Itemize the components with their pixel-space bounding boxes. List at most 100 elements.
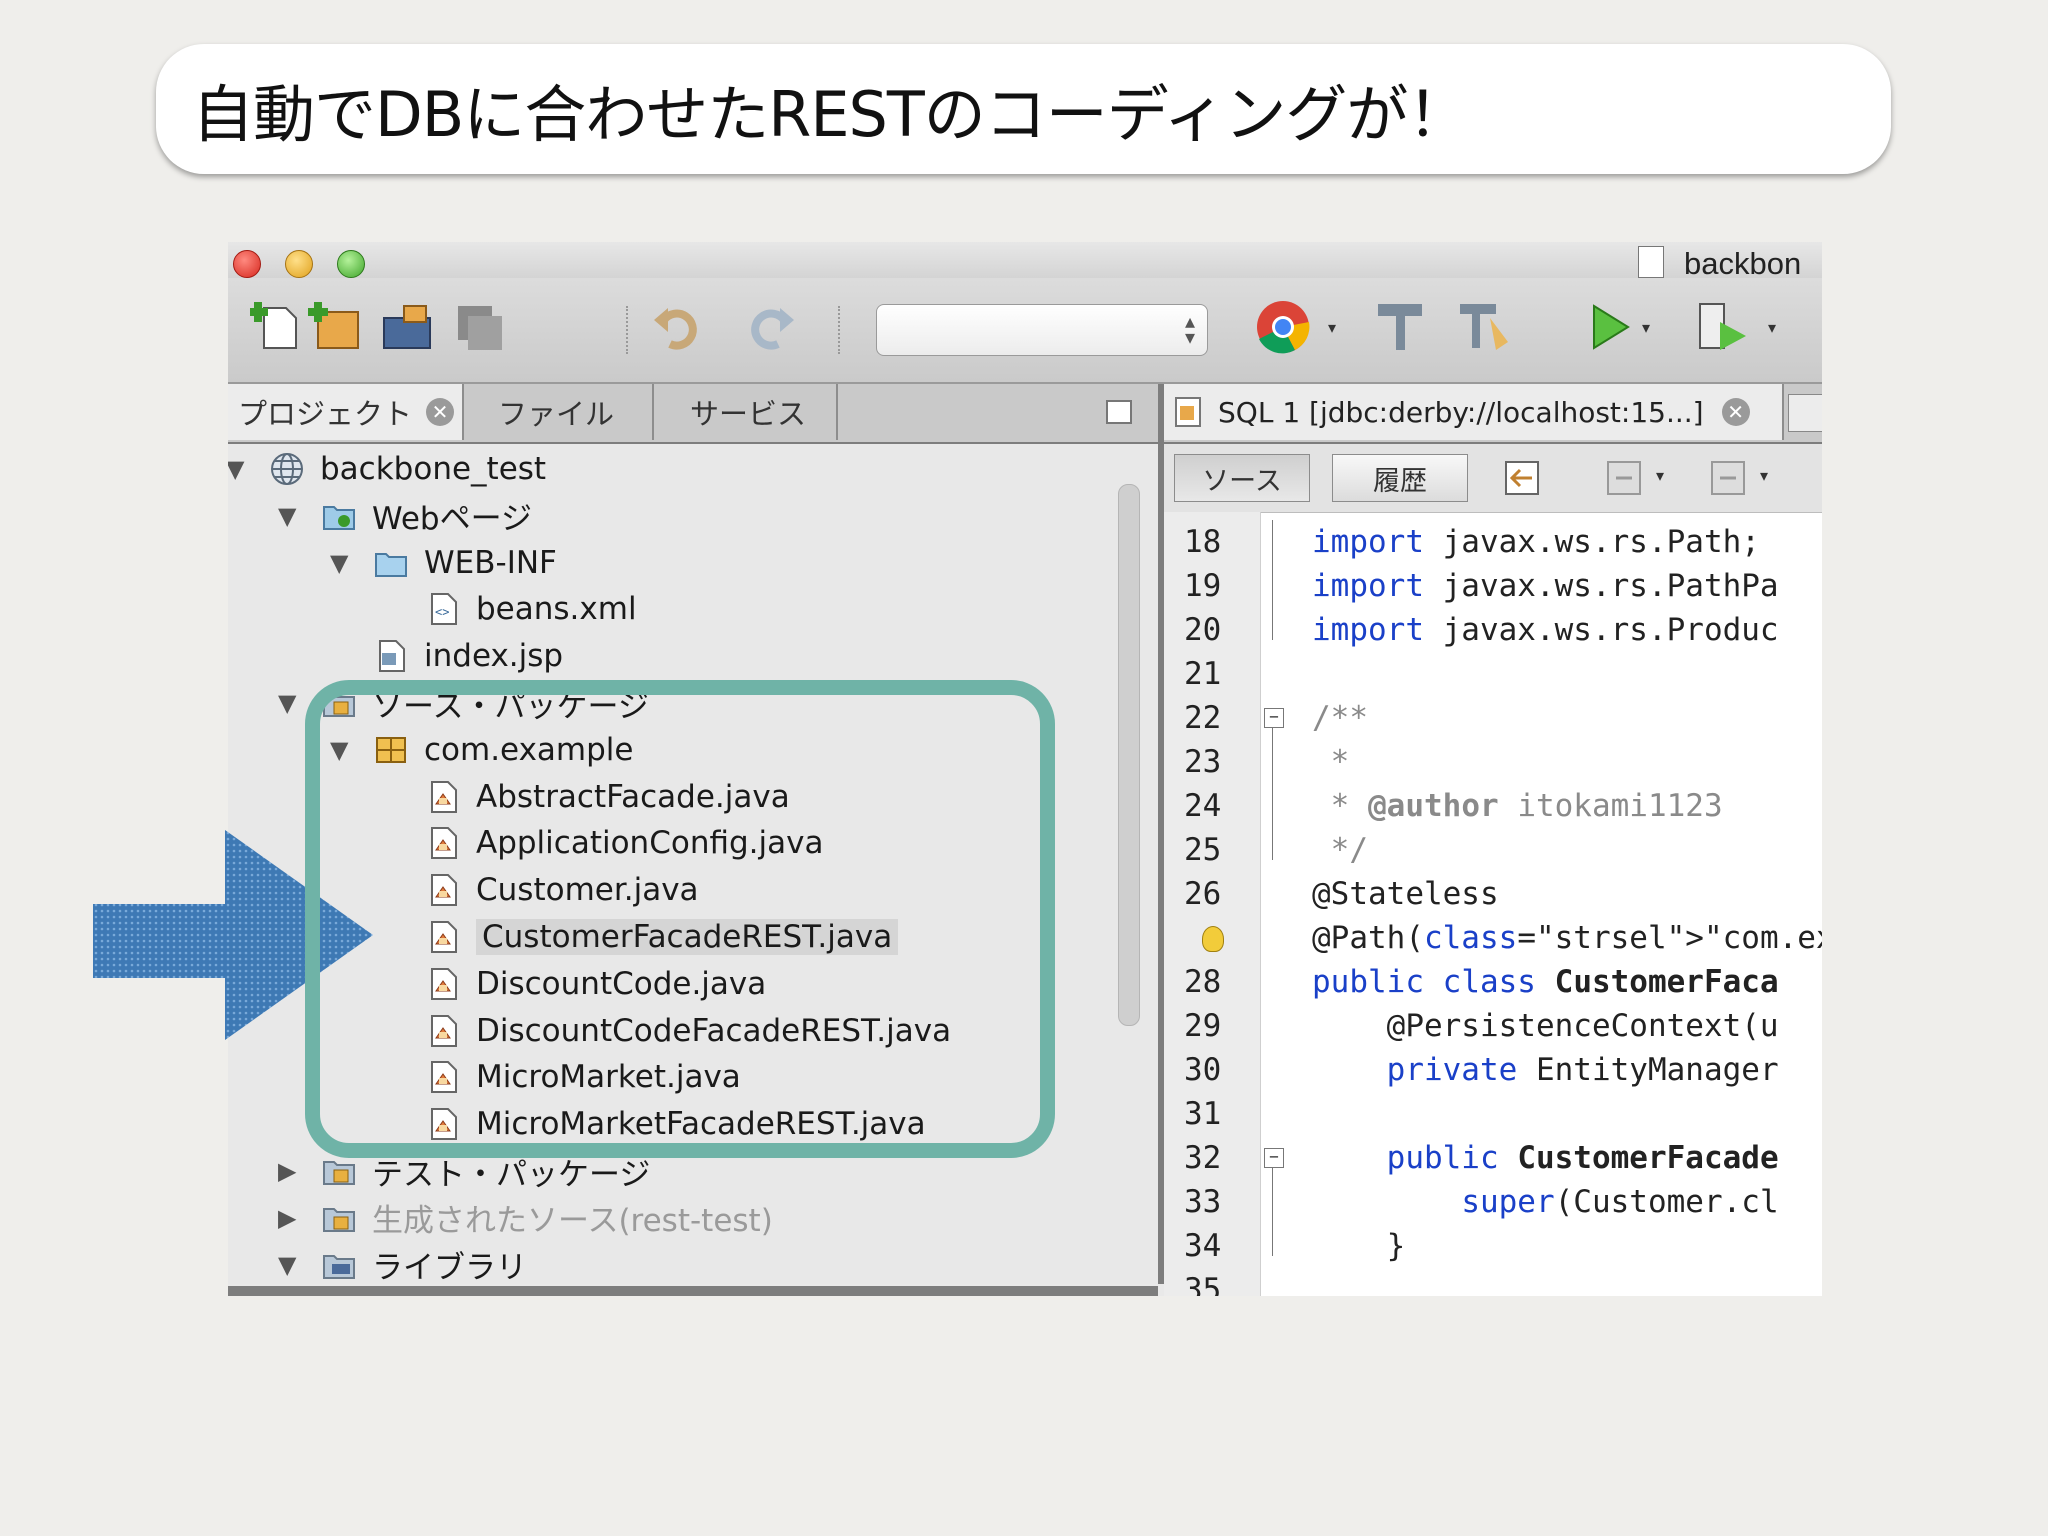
new-file-icon[interactable] (250, 298, 308, 356)
line-number: 33 (1184, 1184, 1222, 1220)
code-line: 24 * @author itokami1123 (1164, 784, 1822, 828)
lightbulb-hint-icon[interactable] (1202, 926, 1224, 952)
code-line: 18 import javax.ws.rs.Path; (1164, 520, 1822, 564)
code-line: 20 import javax.ws.rs.Produc (1164, 608, 1822, 652)
forward-icon[interactable] (1708, 458, 1748, 498)
fold-collapse-icon[interactable]: − (1264, 1148, 1284, 1168)
line-number: 24 (1184, 788, 1222, 824)
zoom-window-button[interactable] (337, 250, 365, 278)
sql-file-icon (1175, 397, 1201, 427)
tree-item-label: 生成されたソース(rest-test) (372, 1203, 773, 1240)
code-text: @Path(class="strsel">"com.example.custom (1312, 920, 1822, 956)
line-number: 19 (1184, 568, 1222, 604)
code-line: 31 (1164, 1092, 1822, 1136)
tab-files[interactable]: ファイル (464, 384, 654, 440)
line-number: 22 (1184, 700, 1222, 736)
close-icon[interactable]: ✕ (426, 398, 455, 426)
tree-item[interactable]: ▶ 生成されたソース(rest-test) (278, 1195, 773, 1241)
debug-dropdown-icon[interactable]: ▾ (1768, 318, 1776, 337)
code-text: import javax.ws.rs.PathPa (1312, 568, 1779, 604)
tab-sql-editor[interactable]: SQL 1 [jdbc:derby://localhost:15...] ✕ (1164, 384, 1784, 440)
expand-triangle-down-icon[interactable]: ▼ (278, 502, 304, 530)
close-window-button[interactable] (233, 250, 261, 278)
toolbar-separator (626, 306, 630, 354)
debug-icon[interactable] (1694, 298, 1752, 356)
forward-dropdown-icon[interactable]: ▾ (1760, 466, 1768, 485)
next-editor-tab[interactable] (1788, 394, 1822, 432)
undo-icon[interactable] (650, 298, 708, 356)
code-line: 21 (1164, 652, 1822, 696)
tab-label: サービス (690, 397, 807, 431)
tree-item[interactable]: ▼ Webページ (278, 493, 532, 539)
tab-services[interactable]: サービス (654, 384, 838, 440)
line-number: 28 (1184, 964, 1222, 1000)
tree-scrollbar[interactable] (1118, 484, 1140, 1026)
code-text: super(Customer.cl (1461, 1184, 1779, 1220)
code-text: /** (1312, 700, 1368, 736)
tree-item[interactable]: index.jsp (374, 633, 563, 679)
expand-triangle-right-icon[interactable]: ▶ (278, 1157, 304, 1185)
code-editor[interactable]: 18 import javax.ws.rs.Path; 19 import javax… (1164, 512, 1822, 1296)
web-folder-icon (323, 505, 355, 530)
package-folder-icon (323, 1207, 355, 1232)
redo-icon[interactable] (740, 298, 798, 356)
tree-item[interactable]: ▼ WEB-INF (330, 540, 557, 586)
code-text: @PersistenceContext(u (1312, 1008, 1779, 1044)
banner-title: 自動でDBに合わせたRESTのコーディングが！ (192, 78, 1469, 151)
code-line: 33 super(Customer.cl (1164, 1180, 1822, 1224)
build-hammer-icon[interactable] (1372, 298, 1430, 356)
source-view-button[interactable]: ソース (1174, 454, 1310, 502)
fold-guide-line (1272, 728, 1273, 860)
tree-item-label: Webページ (372, 501, 532, 538)
code-line: 32 public CustomerFacade − (1164, 1136, 1822, 1180)
code-text: import javax.ws.rs.Produc (1312, 612, 1779, 648)
tree-item-label: WEB-INF (424, 544, 557, 581)
tree-item[interactable]: ▼ ライブラリ (278, 1242, 527, 1288)
open-project-icon[interactable] (378, 298, 436, 356)
configuration-combobox[interactable]: ▴ ▾ (876, 304, 1208, 356)
run-dropdown-icon[interactable]: ▾ (1642, 318, 1650, 337)
browser-dropdown-icon[interactable]: ▾ (1328, 318, 1336, 337)
window-title: backbon (1684, 246, 1802, 281)
title-banner: 自動でDBに合わせたRESTのコーディングが！ (156, 44, 1891, 174)
expand-triangle-down-icon[interactable]: ▼ (228, 455, 252, 483)
expand-triangle-down-icon[interactable]: ▼ (330, 549, 356, 577)
line-number: 26 (1184, 876, 1222, 912)
tab-projects[interactable]: プロジェクト ✕ (228, 384, 464, 440)
fold-collapse-icon[interactable]: − (1264, 708, 1284, 728)
line-number: 32 (1184, 1140, 1222, 1176)
svg-text:<>: <> (435, 605, 449, 619)
tab-label: プロジェクト (238, 397, 413, 431)
line-number: 23 (1184, 744, 1222, 780)
close-icon[interactable]: ✕ (1721, 398, 1750, 426)
new-project-icon[interactable] (308, 298, 366, 356)
code-line: 35 (1164, 1268, 1822, 1296)
back-dropdown-icon[interactable]: ▾ (1656, 466, 1664, 485)
line-number: 25 (1184, 832, 1222, 868)
expand-triangle-down-icon[interactable]: ▼ (278, 1251, 304, 1279)
code-text: public CustomerFacade (1386, 1140, 1779, 1176)
tree-item-label: ライブラリ (372, 1250, 527, 1287)
save-all-icon[interactable] (450, 298, 508, 356)
chrome-browser-icon[interactable] (1254, 298, 1312, 356)
line-number: 35 (1184, 1272, 1222, 1296)
last-edit-icon[interactable] (1502, 458, 1542, 498)
tree-item-label: beans.xml (476, 591, 637, 628)
document-icon (1638, 246, 1664, 278)
fold-guide-line (1272, 1168, 1273, 1256)
minimize-panel-button[interactable] (1106, 400, 1132, 424)
tree-item[interactable]: <> beans.xml (426, 586, 637, 632)
main-toolbar: ▴ ▾ ▾ ▾ ▾ (228, 278, 1822, 384)
minimize-window-button[interactable] (285, 250, 313, 278)
xml-file-icon: <> (431, 593, 457, 626)
back-icon[interactable] (1604, 458, 1644, 498)
run-icon[interactable] (1580, 298, 1638, 356)
fold-guide-line (1272, 520, 1273, 640)
expand-triangle-right-icon[interactable]: ▶ (278, 1204, 304, 1232)
expand-triangle-down-icon[interactable]: ▼ (278, 689, 304, 717)
tree-item[interactable]: ▼ backbone_test (228, 446, 546, 492)
clean-build-icon[interactable] (1456, 298, 1514, 356)
history-view-button[interactable]: 履歴 (1332, 454, 1468, 502)
globe-project-icon (271, 453, 303, 485)
line-number: 20 (1184, 612, 1222, 648)
